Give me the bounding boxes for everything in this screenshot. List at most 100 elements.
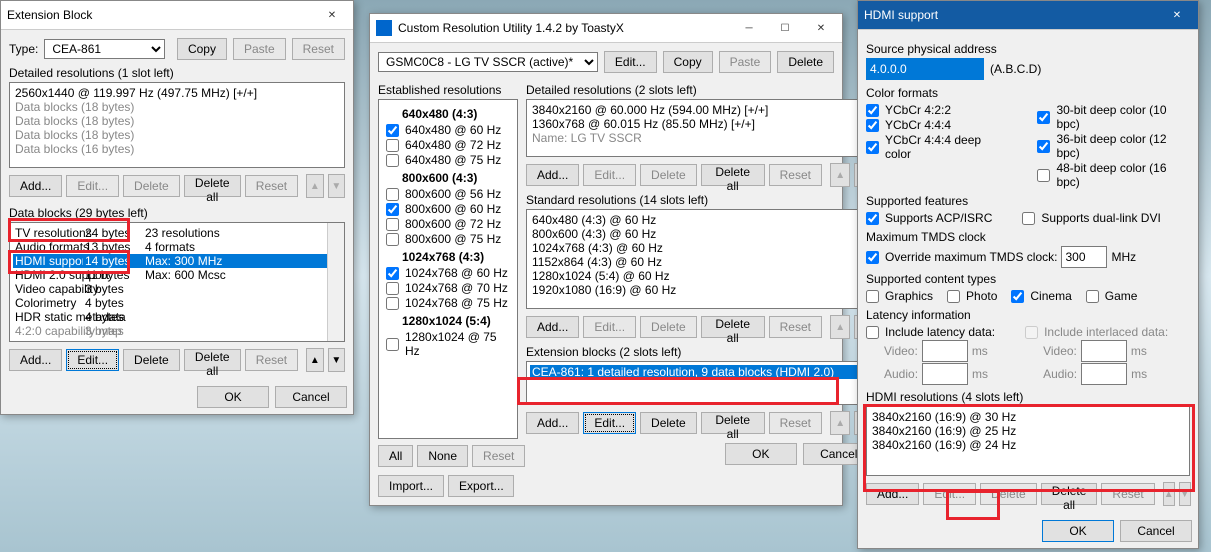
override-tmds-checkbox[interactable]: [866, 251, 879, 264]
none-button[interactable]: None: [417, 445, 468, 467]
resolution-checkbox[interactable]: [386, 188, 399, 201]
resolution-checkbox[interactable]: [386, 338, 399, 351]
move-up-button[interactable]: ▲: [830, 411, 850, 435]
resolution-checkbox[interactable]: [386, 297, 399, 310]
content-type-checkbox[interactable]: [866, 290, 879, 303]
list-item[interactable]: 1920x1080 (16:9) @ 60 Hz: [530, 283, 871, 297]
move-down-button[interactable]: ▼: [328, 174, 345, 198]
reset-button[interactable]: Reset: [769, 412, 822, 434]
reset-button[interactable]: Reset: [1101, 483, 1154, 505]
delete-button[interactable]: Delete: [640, 412, 697, 434]
list-item[interactable]: CEA-861: 1 detailed resolution, 9 data b…: [530, 365, 871, 379]
resolution-checkbox[interactable]: [386, 203, 399, 216]
resolution-checkbox[interactable]: [386, 267, 399, 280]
ok-button[interactable]: OK: [1042, 520, 1114, 542]
delete-button[interactable]: Delete: [123, 349, 180, 371]
move-up-button[interactable]: ▲: [306, 174, 323, 198]
deleteall-button[interactable]: Delete all: [701, 316, 765, 338]
monitor-select[interactable]: GSMC0C8 - LG TV SSCR (active)*: [378, 52, 598, 72]
reset-button[interactable]: Reset: [769, 316, 822, 338]
hdmi-res-list[interactable]: 3840x2160 (16:9) @ 30 Hz 3840x2160 (16:9…: [866, 406, 1190, 476]
color-format-checkbox[interactable]: [866, 119, 879, 132]
delete-button[interactable]: Delete: [123, 175, 180, 197]
established-list[interactable]: 640x480 (4:3)640x480 @ 60 Hz640x480 @ 72…: [378, 99, 518, 439]
db-name[interactable]: Audio formats: [13, 240, 83, 254]
add-button[interactable]: Add...: [9, 349, 62, 371]
resolution-checkbox[interactable]: [386, 139, 399, 152]
list-item[interactable]: 1280x1024 (5:4) @ 60 Hz: [530, 269, 871, 283]
spa-input[interactable]: [866, 58, 984, 80]
deleteall-button[interactable]: Delete all: [1041, 483, 1098, 505]
resolution-checkbox[interactable]: [386, 218, 399, 231]
close-icon[interactable]: ✕: [806, 18, 836, 38]
list-item[interactable]: 3840x2160 (16:9) @ 30 Hz: [870, 410, 1186, 424]
reset-button[interactable]: Reset: [292, 38, 345, 60]
reset-button[interactable]: Reset: [769, 164, 822, 186]
list-item[interactable]: 1360x768 @ 60.015 Hz (85.50 MHz) [+/+]: [530, 117, 871, 131]
resolution-checkbox[interactable]: [386, 233, 399, 246]
reset-button[interactable]: Reset: [472, 445, 525, 467]
detailed-res-list[interactable]: 2560x1440 @ 119.997 Hz (497.75 MHz) [+/+…: [9, 82, 345, 168]
edit-button[interactable]: Edit...: [583, 316, 636, 338]
delete-button[interactable]: Delete: [640, 316, 697, 338]
content-type-checkbox[interactable]: [1086, 290, 1099, 303]
deleteall-button[interactable]: Delete all: [184, 175, 241, 197]
deleteall-button[interactable]: Delete all: [701, 164, 765, 186]
import-button[interactable]: Import...: [378, 475, 444, 497]
content-type-checkbox[interactable]: [1011, 290, 1024, 303]
copy-button[interactable]: Copy: [177, 38, 227, 60]
maximize-icon[interactable]: ☐: [770, 18, 800, 38]
db-name[interactable]: Colorimetry: [13, 296, 83, 310]
copy-button[interactable]: Copy: [663, 51, 713, 73]
scrollbar[interactable]: [327, 223, 344, 341]
list-item[interactable]: 3840x2160 @ 60.000 Hz (594.00 MHz) [+/+]: [530, 103, 871, 117]
minimize-icon[interactable]: ─: [734, 18, 764, 38]
ok-button[interactable]: OK: [197, 386, 269, 408]
delete-button[interactable]: Delete: [777, 51, 834, 73]
add-button[interactable]: Add...: [526, 412, 579, 434]
db-name[interactable]: HDMI support: [13, 254, 83, 268]
list-item[interactable]: 1024x768 (4:3) @ 60 Hz: [530, 241, 871, 255]
cancel-button[interactable]: Cancel: [275, 386, 347, 408]
deleteall-button[interactable]: Delete all: [701, 412, 765, 434]
add-button[interactable]: Add...: [526, 316, 579, 338]
color-format-checkbox[interactable]: [1037, 169, 1050, 182]
datablocks-list[interactable]: TV resolutions24 bytes23 resolutions Aud…: [9, 222, 345, 342]
color-format-checkbox[interactable]: [866, 141, 879, 154]
cancel-button[interactable]: Cancel: [1120, 520, 1192, 542]
add-button[interactable]: Add...: [9, 175, 62, 197]
type-select[interactable]: CEA-861: [44, 39, 165, 59]
db-name[interactable]: 4:2:0 capability map: [13, 324, 83, 338]
resolution-checkbox[interactable]: [386, 282, 399, 295]
db-name[interactable]: TV resolutions: [13, 226, 83, 240]
reset-button[interactable]: Reset: [245, 349, 298, 371]
edit-button[interactable]: Edit...: [923, 483, 976, 505]
edit-button[interactable]: Edit...: [583, 164, 636, 186]
resolution-checkbox[interactable]: [386, 154, 399, 167]
list-item[interactable]: 800x600 (4:3) @ 60 Hz: [530, 227, 871, 241]
move-up-button[interactable]: ▲: [830, 315, 850, 339]
edit-button[interactable]: Edit...: [66, 175, 119, 197]
content-type-checkbox[interactable]: [947, 290, 960, 303]
dual-link-dvi-checkbox[interactable]: [1022, 212, 1035, 225]
latency-checkbox[interactable]: [866, 326, 879, 339]
resolution-checkbox[interactable]: [386, 124, 399, 137]
tmds-input[interactable]: [1061, 246, 1107, 268]
list-item[interactable]: 3840x2160 (16:9) @ 24 Hz: [870, 438, 1186, 452]
reset-button[interactable]: Reset: [245, 175, 298, 197]
move-up-button[interactable]: ▲: [830, 163, 850, 187]
move-down-button[interactable]: ▼: [1179, 482, 1191, 506]
close-icon[interactable]: ✕: [317, 5, 347, 25]
db-name[interactable]: Video capability: [13, 282, 83, 296]
paste-button[interactable]: Paste: [233, 38, 286, 60]
add-button[interactable]: Add...: [526, 164, 579, 186]
list-item[interactable]: 3840x2160 (16:9) @ 25 Hz: [870, 424, 1186, 438]
deleteall-button[interactable]: Delete all: [184, 349, 241, 371]
delete-button[interactable]: Delete: [640, 164, 697, 186]
color-format-checkbox[interactable]: [1037, 140, 1050, 153]
edit-button[interactable]: Edit...: [583, 412, 636, 434]
ok-button[interactable]: OK: [725, 443, 797, 465]
export-button[interactable]: Export...: [448, 475, 514, 497]
list-item[interactable]: 1152x864 (4:3) @ 60 Hz: [530, 255, 871, 269]
edit-button[interactable]: Edit...: [66, 349, 119, 371]
